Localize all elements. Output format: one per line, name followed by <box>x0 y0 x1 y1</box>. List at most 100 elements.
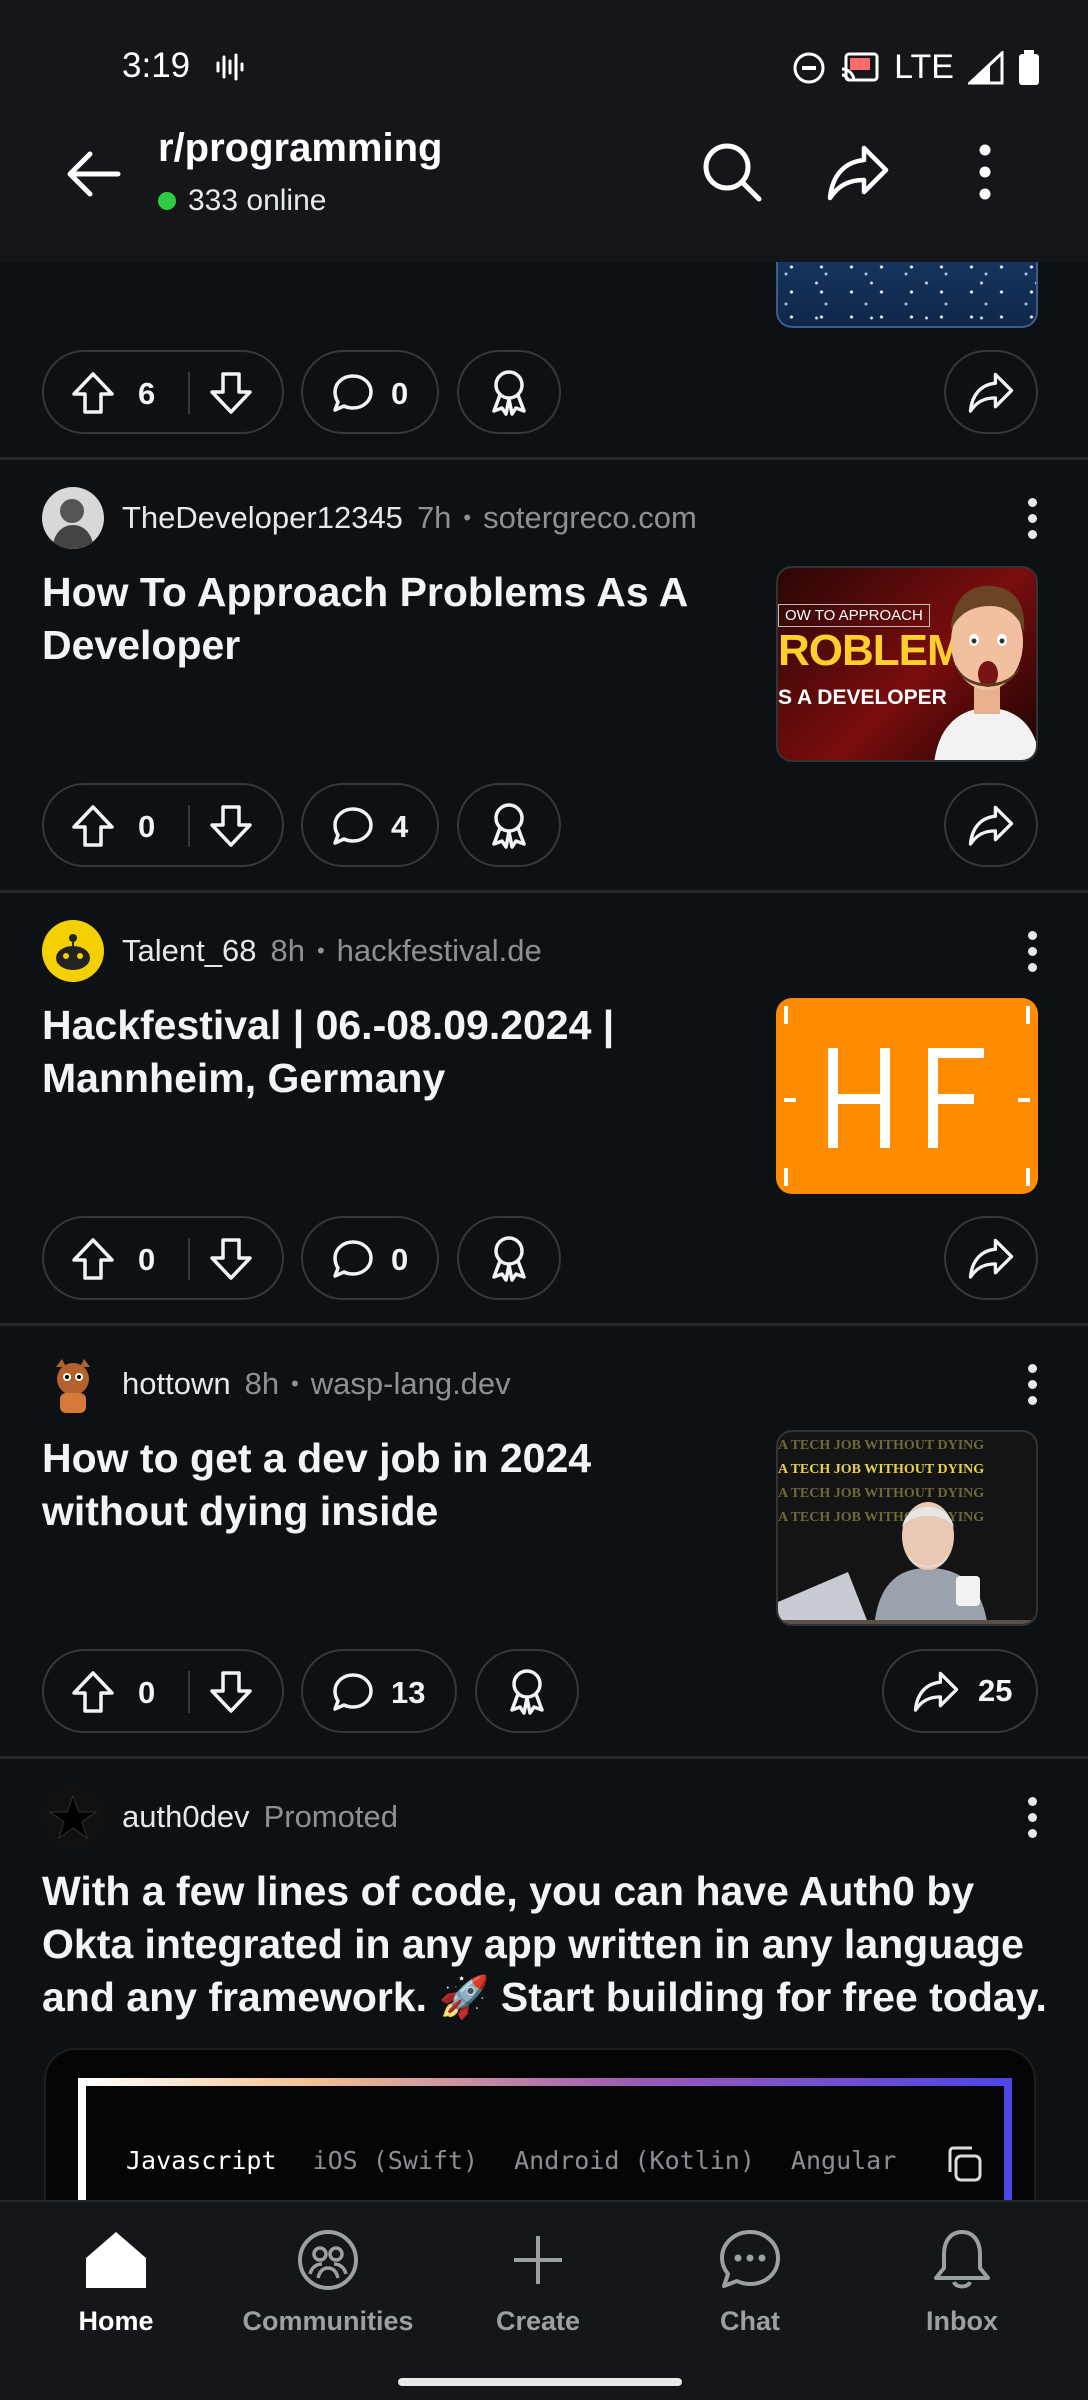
meta-separator: • <box>316 938 325 963</box>
vote-pill: 0 <box>42 1649 284 1733</box>
comment-count: 4 <box>391 809 409 844</box>
bottom-navigation: Home Communities Create Chat Inbox <box>0 2200 1088 2400</box>
vote-count: 0 <box>138 1675 156 1710</box>
comment-icon <box>333 807 373 845</box>
post-actions: 0 13 25 <box>0 1649 1088 1733</box>
downvote-icon[interactable] <box>208 370 254 416</box>
post-thumbnail[interactable] <box>776 262 1038 328</box>
share-icon <box>968 1238 1014 1279</box>
post-meta: TheDeveloper12345 7h • sotergreco.com <box>42 487 697 549</box>
post-author[interactable]: TheDeveloper12345 <box>122 500 403 536</box>
share-button[interactable] <box>944 783 1038 867</box>
user-avatar[interactable] <box>42 1786 104 1848</box>
nav-communities[interactable]: Communities <box>228 2220 428 2337</box>
nav-communities-label: Communities <box>242 2306 414 2336</box>
post-thumbnail[interactable]: OW TO APPROACH ROBLEMS S A DEVELOPER <box>776 566 1038 762</box>
share-icon <box>968 805 1014 846</box>
post-divider <box>0 1756 1088 1759</box>
back-arrow-icon <box>67 151 121 197</box>
upvote-icon[interactable] <box>70 370 116 416</box>
post-author[interactable]: hottown <box>122 1366 231 1402</box>
nav-home[interactable]: Home <box>16 2220 216 2337</box>
downvote-icon[interactable] <box>208 1236 254 1282</box>
award-button[interactable] <box>457 1216 561 1300</box>
more-options-button[interactable] <box>945 132 1025 212</box>
post-author[interactable]: Talent_68 <box>122 933 256 969</box>
user-avatar[interactable] <box>42 1353 104 1415</box>
cast-icon <box>841 52 879 81</box>
share-subreddit-button[interactable] <box>818 132 898 212</box>
share-button[interactable]: 25 <box>882 1649 1038 1733</box>
upvote-icon[interactable] <box>70 1669 116 1715</box>
gesture-home-bar[interactable] <box>398 2378 682 2386</box>
meta-separator: • <box>291 1371 299 1396</box>
vote-separator <box>188 1671 190 1713</box>
share-button[interactable] <box>944 1216 1038 1300</box>
back-button[interactable] <box>62 142 126 206</box>
comment-count: 0 <box>391 1242 409 1277</box>
thumb-text-3: S A DEVELOPER <box>778 686 947 709</box>
kebab-menu-icon <box>979 144 991 200</box>
share-icon <box>913 1671 959 1712</box>
award-button[interactable] <box>475 1649 579 1733</box>
post-thumbnail[interactable] <box>776 998 1038 1194</box>
vote-count: 6 <box>138 376 156 411</box>
status-time: 3:19 <box>122 46 191 85</box>
nav-inbox[interactable]: Inbox <box>862 2220 1062 2337</box>
subreddit-title[interactable]: r/programming <box>158 126 442 171</box>
downvote-icon[interactable] <box>208 1669 254 1715</box>
award-icon <box>492 803 526 849</box>
upvote-icon[interactable] <box>70 1236 116 1282</box>
post-divider <box>0 457 1088 460</box>
post-actions: 6 0 <box>0 350 1088 434</box>
post-options-button[interactable] <box>1020 487 1044 549</box>
vote-pill: 0 <box>42 783 284 867</box>
comments-button[interactable]: 13 <box>301 1649 457 1733</box>
post-thumbnail[interactable]: A TECH JOB WITHOUT DYING A TECH JOB WITH… <box>776 1430 1038 1626</box>
award-icon <box>492 1236 526 1282</box>
share-icon <box>827 145 889 201</box>
post-author[interactable]: auth0dev <box>122 1799 250 1835</box>
post-options-button[interactable] <box>1020 920 1044 982</box>
ad-code-frame <box>78 2078 1012 2200</box>
post-title[interactable]: How to get a dev job in 2024 without dyi… <box>42 1432 742 1538</box>
chat-icon <box>720 2230 780 2288</box>
post-title[interactable]: With a few lines of code, you can have A… <box>42 1865 1052 2024</box>
post-domain[interactable]: sotergreco.com <box>483 500 697 536</box>
battery-icon <box>1019 49 1039 85</box>
user-avatar[interactable] <box>42 487 104 549</box>
nav-chat[interactable]: Chat <box>650 2220 850 2337</box>
post-options-button[interactable] <box>1020 1786 1044 1848</box>
post-domain[interactable]: hackfestival.de <box>337 933 542 969</box>
search-button[interactable] <box>692 132 772 212</box>
search-icon <box>703 143 762 202</box>
post-options-button[interactable] <box>1020 1353 1044 1415</box>
award-button[interactable] <box>457 783 561 867</box>
post-actions: 0 0 <box>0 1216 1088 1300</box>
award-button[interactable] <box>457 350 561 434</box>
comment-icon <box>333 1673 373 1711</box>
post-time: 7h <box>416 500 452 535</box>
post-title[interactable]: How To Approach Problems As A Developer <box>42 566 742 672</box>
vote-separator <box>188 372 190 414</box>
upvote-icon[interactable] <box>70 803 116 849</box>
post-feed[interactable]: 6 0 TheDeveloper12345 7h • sotergreco.co… <box>0 262 1088 2200</box>
share-button[interactable] <box>944 350 1038 434</box>
comments-button[interactable]: 4 <box>301 783 439 867</box>
nav-home-label: Home <box>78 2306 154 2336</box>
nav-create[interactable]: Create <box>438 2220 638 2337</box>
ad-language-tabs: Javascript iOS (Swift) Android (Kotlin) … <box>126 2146 896 2175</box>
thumb-text-1: A TECH JOB WITHOUT DYING <box>778 1438 985 1453</box>
thumb-text-1: OW TO APPROACH <box>778 604 930 627</box>
comment-count: 13 <box>391 1675 426 1710</box>
comments-button[interactable]: 0 <box>301 1216 439 1300</box>
online-count: 333 online <box>158 184 326 218</box>
ad-media-card[interactable]: Javascript iOS (Swift) Android (Kotlin) … <box>44 2048 1036 2200</box>
meta-separator: • <box>463 505 472 530</box>
comments-button[interactable]: 0 <box>301 350 439 434</box>
downvote-icon[interactable] <box>208 803 254 849</box>
user-avatar[interactable] <box>42 920 104 982</box>
copy-icon <box>948 2146 982 2182</box>
post-domain[interactable]: wasp-lang.dev <box>311 1366 511 1402</box>
post-title[interactable]: Hackfestival | 06.-08.09.2024 | Mannheim… <box>42 999 742 1105</box>
